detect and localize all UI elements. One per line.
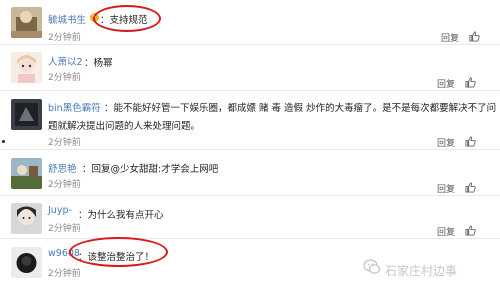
thumbs-up-icon[interactable]: [469, 31, 480, 42]
comment-text: ：回复@少女甜甜:才学会上网吧: [82, 164, 219, 175]
reply-button[interactable]: 回复: [441, 31, 459, 44]
reply-button[interactable]: 回复: [437, 77, 455, 90]
thumbs-up-icon[interactable]: [465, 77, 476, 88]
timestamp: 2分钟前: [48, 138, 81, 148]
comment-text-cont: 题就解决提出问题的人来处理问题。: [48, 121, 201, 132]
comment-item: 毓城书生 V ：支持规范 2分钟前 回复: [0, 0, 500, 45]
avatar[interactable]: [11, 247, 42, 278]
reply-button[interactable]: 回复: [437, 182, 455, 195]
timestamp: 2分钟前: [48, 73, 81, 83]
timestamp: 2分钟前: [48, 180, 81, 190]
timestamp: 2分钟前: [48, 224, 81, 234]
avatar[interactable]: [11, 99, 42, 130]
username[interactable]: 毓城书生: [48, 12, 86, 26]
comment-text: ：杨幂: [84, 58, 113, 69]
avatar[interactable]: [11, 7, 42, 38]
comment-text: ：为什么我有点开心: [78, 210, 164, 221]
comment-text: ：能不能好好管一下娱乐圈，都成嫖 赌 毒 造假 炒作的大毒瘤了。是不是每次都要解…: [104, 103, 497, 114]
thumbs-up-icon[interactable]: [465, 225, 476, 236]
comment-item: Juyp- ：为什么我有点开心 2分钟前 回复: [0, 197, 500, 239]
thumbs-up-icon[interactable]: [465, 136, 476, 147]
username[interactable]: bin黑色霸符: [48, 100, 101, 114]
wechat-icon: [363, 259, 381, 274]
avatar[interactable]: [11, 203, 42, 234]
timestamp: 2分钟前: [48, 33, 81, 43]
bullet-mark: [2, 140, 5, 143]
username[interactable]: Juyp-: [48, 205, 72, 216]
reply-button[interactable]: 回复: [437, 136, 455, 149]
timestamp: 2分钟前: [48, 269, 81, 279]
username[interactable]: 人萧以2: [48, 54, 83, 68]
watermark-text: 石家庄村边事: [385, 264, 458, 278]
highlight-circle: [69, 237, 168, 267]
thumbs-up-icon[interactable]: [465, 182, 476, 193]
avatar[interactable]: [11, 158, 42, 189]
highlight-circle: [93, 5, 161, 32]
username[interactable]: 舒思艳: [48, 161, 77, 175]
comment-item: bin黑色霸符 ：能不能好好管一下娱乐圈，都成嫖 赌 毒 造假 炒作的大毒瘤了。…: [0, 92, 500, 150]
avatar[interactable]: [11, 52, 42, 83]
comment-item: 人萧以2 ：杨幂 ：杨幂 2分钟前 回复: [0, 46, 500, 91]
comment-item: 舒思艳 ：回复@少女甜甜:才学会上网吧 2分钟前 回复: [0, 151, 500, 196]
reply-button[interactable]: 回复: [437, 225, 455, 238]
